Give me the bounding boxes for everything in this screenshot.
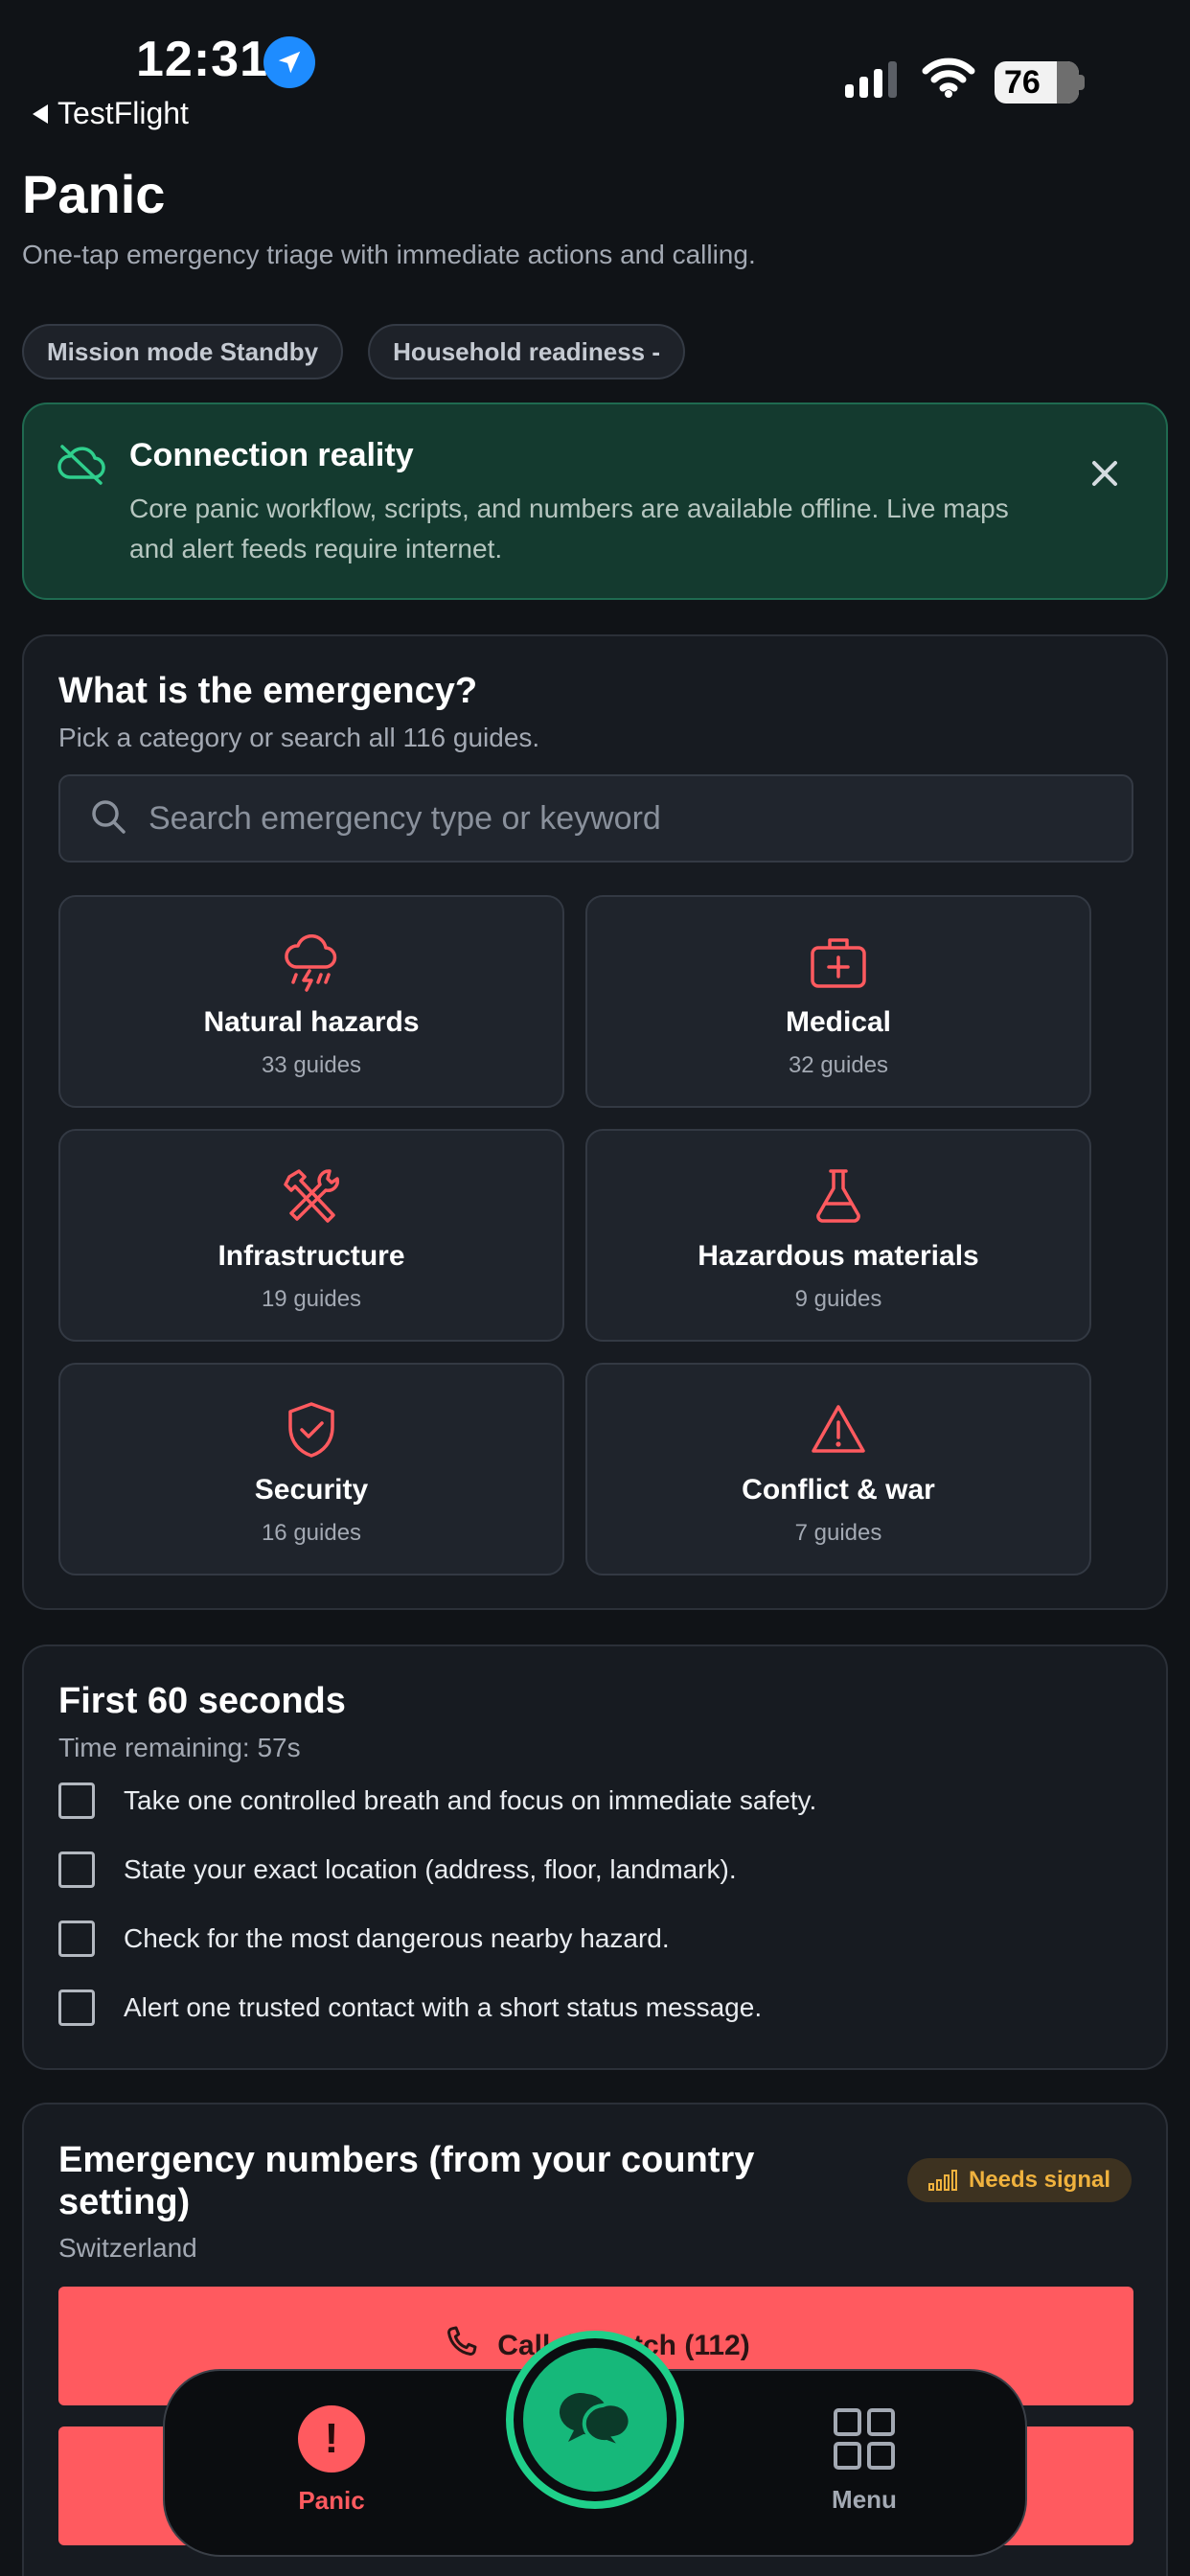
tab-menu-label: Menu — [832, 2485, 897, 2514]
tab-panic[interactable]: ! Panic — [264, 2405, 399, 2516]
category-count: 19 guides — [261, 1286, 362, 1312]
assistant-chat-button[interactable] — [506, 2331, 684, 2509]
wifi-icon — [922, 58, 975, 103]
checklist-item[interactable]: Take one controlled breath and focus on … — [58, 1782, 816, 1819]
banner-text: Core panic workflow, scripts, and number… — [129, 494, 1009, 564]
category-count: 33 guides — [261, 1052, 362, 1078]
search-input[interactable] — [149, 799, 1132, 838]
battery-percent: 76 — [1004, 63, 1041, 101]
emergency-card: What is the emergency? Pick a category o… — [22, 634, 1168, 1610]
page-title: Panic — [22, 164, 166, 224]
emergency-subtitle: Pick a category or search all 116 guides… — [58, 723, 540, 752]
first-60-card: First 60 seconds Time remaining: 57s Tak… — [22, 1644, 1168, 2070]
checklist-item[interactable]: Alert one trusted contact with a short s… — [58, 1990, 762, 2026]
cellular-signal-icon — [845, 61, 897, 98]
category-count: 16 guides — [261, 1520, 362, 1546]
country-name: Switzerland — [58, 2233, 197, 2263]
back-to-testflight-link[interactable]: TestFlight — [33, 96, 189, 131]
banner-title: Connection reality — [129, 437, 414, 473]
connection-banner: Connection reality Core panic workflow, … — [22, 402, 1168, 600]
battery-icon: 76 — [995, 61, 1079, 104]
tab-menu[interactable]: Menu — [807, 2407, 922, 2515]
category-security[interactable]: Security 16 guides — [58, 1363, 564, 1576]
checkbox[interactable] — [58, 1990, 95, 2026]
category-count: 7 guides — [794, 1520, 882, 1546]
page-subtitle: One-tap emergency triage with immediate … — [22, 240, 756, 269]
medical-kit-icon — [809, 932, 868, 993]
time-remaining: Time remaining: 57s — [58, 1733, 301, 1762]
category-count: 32 guides — [788, 1052, 889, 1078]
checkbox[interactable] — [58, 1920, 95, 1957]
category-name: Conflict & war — [742, 1474, 935, 1506]
search-icon — [89, 797, 127, 840]
checkbox[interactable] — [58, 1852, 95, 1888]
tools-icon — [282, 1165, 341, 1227]
household-readiness-chip[interactable]: Household readiness - — [368, 324, 685, 380]
phone-icon — [442, 2323, 480, 2369]
category-name: Natural hazards — [203, 1006, 420, 1038]
signal-bars-icon — [927, 2170, 957, 2191]
checkbox[interactable] — [58, 1782, 95, 1819]
category-name: Medical — [785, 1006, 892, 1038]
category-name: Security — [254, 1474, 369, 1506]
grid-icon — [833, 2407, 896, 2475]
back-label: TestFlight — [57, 96, 189, 130]
emergency-title: What is the emergency? — [58, 671, 478, 711]
status-time: 12:31 — [136, 32, 268, 87]
location-arrow-icon — [263, 36, 315, 88]
category-infrastructure[interactable]: Infrastructure 19 guides — [58, 1129, 564, 1342]
chat-bubbles-icon — [523, 2348, 667, 2492]
status-bar: 12:31 TestFlight 76 — [0, 0, 1190, 134]
warning-triangle-icon — [810, 1399, 867, 1460]
category-conflict-war[interactable]: Conflict & war 7 guides — [585, 1363, 1091, 1576]
first-60-title: First 60 seconds — [58, 1681, 346, 1721]
exclamation-icon: ! — [298, 2405, 365, 2472]
flask-icon — [812, 1165, 864, 1227]
tab-panic-label: Panic — [298, 2486, 365, 2515]
category-medical[interactable]: Medical 32 guides — [585, 895, 1091, 1108]
search-field[interactable] — [58, 774, 1133, 862]
status-chips: Mission mode Standby Household readiness… — [22, 324, 685, 380]
category-hazardous-materials[interactable]: Hazardous materials 9 guides — [585, 1129, 1091, 1342]
category-natural-hazards[interactable]: Natural hazards 33 guides — [58, 895, 564, 1108]
shield-check-icon — [285, 1399, 338, 1460]
mission-mode-chip[interactable]: Mission mode Standby — [22, 324, 344, 380]
cloud-offline-icon — [57, 443, 106, 490]
category-name: Infrastructure — [217, 1240, 405, 1272]
storm-cloud-icon — [281, 932, 342, 993]
category-name: Hazardous materials — [698, 1240, 979, 1272]
checklist-item[interactable]: Check for the most dangerous nearby haza… — [58, 1920, 670, 1957]
back-triangle-icon — [33, 104, 48, 124]
category-count: 9 guides — [794, 1286, 882, 1312]
checklist-item[interactable]: State your exact location (address, floo… — [58, 1852, 737, 1888]
needs-signal-badge: Needs signal — [906, 2158, 1132, 2202]
close-icon[interactable] — [1086, 454, 1124, 493]
numbers-title: Emergency numbers (from your country set… — [58, 2140, 755, 2222]
